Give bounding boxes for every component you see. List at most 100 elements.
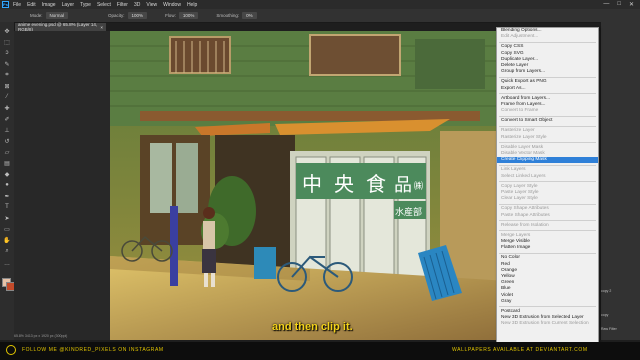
menu-item-convert-to-smart-object[interactable]: Convert to Smart Object [497,118,598,124]
shape-icon[interactable]: ▭ [3,225,11,233]
frame-icon[interactable]: ⊠ [3,82,11,90]
status-bar: 65.8% 3413 px x 1920 px (300ppi) [14,334,67,338]
menu-view[interactable]: View [146,2,157,8]
quick-select-icon[interactable]: ✎ [3,60,11,68]
menu-separator [499,252,596,254]
smoothing-control[interactable]: Smoothing: 0% [216,12,257,19]
smoothing-input[interactable]: 0% [242,12,257,19]
menu-file[interactable]: File [13,2,21,8]
maximize-icon[interactable]: □ [617,1,621,8]
tools-panel: ✥ ⬚ ↄ ✎ ⌗ ⊠ ⁄ ✚ ✐ ⊥ ↺ ▱ ▤ ◆ ● ✒ T ➤ ▭ ✋ … [0,22,15,340]
minimize-icon[interactable]: — [603,1,609,8]
menu-item-rasterize-layer-style[interactable]: Rasterize Layer Style [497,135,598,141]
document-info: 3413 px x 1920 px (300ppi) [24,334,68,338]
dodge-icon[interactable]: ● [3,181,11,189]
menu-separator [499,203,596,205]
gradient-icon[interactable]: ▤ [3,159,11,167]
window-controls: — □ ✕ [603,1,634,8]
instagram-icon [6,345,16,355]
layer-name: copy [601,312,609,317]
opacity-control[interactable]: Opacity: 100% [108,12,148,19]
close-window-icon[interactable]: ✕ [629,1,634,8]
pen-icon[interactable]: ✒ [3,192,11,200]
lasso-icon[interactable]: ↄ [3,49,11,57]
photo-canvas[interactable]: 中 央 食 品 ㈱ 水産部 [110,31,508,340]
marquee-icon[interactable]: ⬚ [3,38,11,46]
menu-item-group-from-layers[interactable]: Group from Layers... [497,69,598,75]
layer-name: copy 2 [601,288,612,293]
sign-char-4: 品 [394,175,412,196]
mode-select[interactable]: Normal [45,12,69,19]
menu-separator [499,142,596,144]
menu-layer[interactable]: Layer [62,2,75,8]
layer-name: Raw Filter [601,326,617,331]
flow-control[interactable]: Flow: 100% [165,12,199,19]
options-bar: Mode: Normal Opacity: 100% Flow: 100% Sm… [0,9,640,23]
mode-control[interactable]: Mode: Normal [30,12,69,19]
zoom-readout[interactable]: 65.8% [14,334,24,338]
menu-separator [499,125,596,127]
flow-label: Flow: [165,13,176,18]
menu-3d[interactable]: 3D [134,2,140,8]
eyedropper-icon[interactable]: ⁄ [3,93,11,101]
zoom-icon[interactable]: ⌕ [3,247,11,255]
sign-subtitle: 水産部 [395,206,422,218]
sign-char-2: 央 [334,172,354,196]
menu-item-new-3d-extrusion-from-current-selection[interactable]: New 3D Extrusion from Current Selection [497,321,598,327]
blur-icon[interactable]: ◆ [3,170,11,178]
menu-item-select-linked-layers[interactable]: Select Linked Layers [497,174,598,180]
menu-separator [499,164,596,166]
smoothing-label: Smoothing: [216,13,240,18]
menu-filter[interactable]: Filter [117,2,128,8]
flow-input[interactable]: 100% [178,12,199,19]
path-select-icon[interactable]: ➤ [3,214,11,222]
menu-item-gray[interactable]: Gray [497,299,598,305]
menu-type[interactable]: Type [80,2,91,8]
opacity-label: Opacity: [108,13,125,18]
menu-help[interactable]: Help [187,2,197,8]
menu-edit[interactable]: Edit [27,2,36,8]
menu-item-export-as[interactable]: Export As... [497,86,598,92]
mode-label: Mode: [30,13,43,18]
eraser-icon[interactable]: ▱ [3,148,11,156]
menu-window[interactable]: Window [163,2,181,8]
crop-icon[interactable]: ⌗ [3,71,11,79]
menu-item-create-clipping-mask[interactable]: Create Clipping Mask [497,157,598,164]
healing-icon[interactable]: ✚ [3,104,11,112]
layer-row-raw-filter[interactable]: Raw Filter [601,324,639,333]
menu-item-edit-adjustment[interactable]: Edit Adjustment... [497,34,598,40]
menu-select[interactable]: Select [97,2,111,8]
menu-image[interactable]: Image [42,2,56,8]
deviantart-credit: WALLPAPERS AVAILABLE AT DEVIANTART.COM [452,347,588,353]
stamp-icon[interactable]: ⊥ [3,126,11,134]
menu-separator [499,220,596,222]
menu-item-release-from-isolation[interactable]: Release from Isolation [497,223,598,229]
menu-bar: Ps File Edit Image Layer Type Select Fil… [0,0,640,9]
video-caption: and then clip it. [272,321,353,333]
close-tab-icon[interactable]: × [100,25,103,30]
menu-separator [499,41,596,43]
photoshop-logo-icon: Ps [2,1,9,8]
opacity-input[interactable]: 100% [127,12,148,19]
menu-item-paste-shape-attributes[interactable]: Paste Shape Attributes [497,213,598,219]
menu-item-convert-to-frame[interactable]: Convert to Frame [497,108,598,114]
layer-row-copy-2[interactable]: copy 2 [601,286,639,295]
history-brush-icon[interactable]: ↺ [3,137,11,145]
sign-char-3: 食 [366,172,386,196]
instagram-credit: FOLLOW ME @KINDRED_PIXELS ON INSTAGRAM [22,347,164,353]
menu-item-flatten-image[interactable]: Flatten Image [497,245,598,251]
type-icon[interactable]: T [3,203,11,211]
hand-icon[interactable]: ✋ [3,236,11,244]
brush-icon[interactable]: ✐ [3,115,11,123]
menu-separator [499,306,596,308]
layer-row-copy[interactable]: copy [601,310,639,319]
menu-separator [499,93,596,95]
move-icon[interactable]: ✥ [3,27,11,35]
menu-separator [499,230,596,232]
menu-separator [499,181,596,183]
street-scene-image: 中 央 食 品 ㈱ 水産部 [110,31,508,340]
menu-item-clear-layer-style[interactable]: Clear Layer Style [497,196,598,202]
more-tools-icon[interactable]: … [3,260,11,268]
sign-char-5: ㈱ [414,180,423,192]
document-tab[interactable]: anime evening.psd @ 65.8% (Layer 14, RGB… [14,22,106,32]
